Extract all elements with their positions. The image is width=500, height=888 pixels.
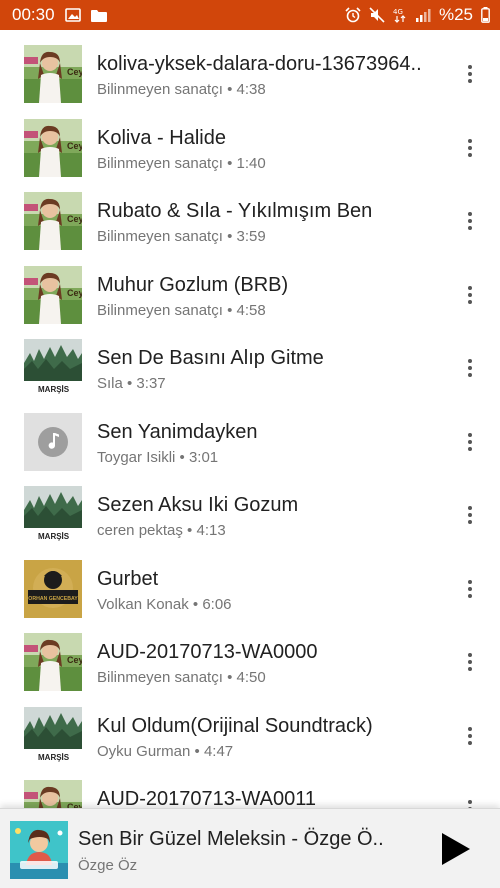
more-options-icon[interactable]: [460, 575, 480, 603]
battery-percent: %25: [438, 5, 473, 24]
svg-text:4G: 4G: [393, 8, 403, 16]
signal-icon: [415, 8, 431, 22]
now-playing-album-art[interactable]: [10, 821, 68, 879]
status-time: 00:30: [12, 5, 55, 24]
more-options-icon[interactable]: [460, 795, 480, 808]
song-subtitle: Bilinmeyen sanatçı • 4:38: [97, 81, 266, 98]
album-art[interactable]: MARŞİS: [24, 486, 82, 544]
svg-text:MARŞİS: MARŞİS: [38, 385, 70, 394]
album-art[interactable]: MARŞİS: [24, 339, 82, 397]
album-art[interactable]: Ceyl: [24, 45, 82, 103]
song-list[interactable]: Ceyl koliva-yksek-dalara-doru-13673964.. B…: [0, 30, 500, 808]
image-icon: [64, 8, 81, 22]
song-row[interactable]: Ceyl AUD-20170713-WA0000 Bilinmeyen sanatç…: [0, 618, 500, 692]
album-art[interactable]: Ceyl: [24, 118, 82, 177]
song-title[interactable]: Sezen Aksu Iki Gozum: [97, 493, 440, 517]
song-subtitle: Volkan Konak • 6:06: [97, 595, 232, 613]
song-row[interactable]: Ceyl Koliva - Halide Bilinmeyen sanatçı • …: [0, 104, 500, 178]
folder-icon: [90, 9, 107, 22]
song-row[interactable]: MARŞİS Kul Oldum(Orijinal Soundtrack) Oyku…: [0, 692, 500, 766]
now-playing-artist: Özge Öz: [78, 857, 138, 874]
song-subtitle: Sıla • 3:37: [97, 375, 166, 392]
more-options-icon[interactable]: [460, 722, 480, 750]
svg-text:MARŞİS: MARŞİS: [38, 753, 70, 762]
now-playing-title[interactable]: Sen Bir Güzel Meleksin - Özge Ö..: [78, 827, 400, 851]
svg-text:ORHAN GENCEBAY: ORHAN GENCEBAY: [28, 596, 78, 602]
song-row[interactable]: ORHAN GENCEBAY Gurbet Volkan Konak • 6:06: [0, 545, 500, 619]
song-subtitle: Bilinmeyen sanatçı • 4:50: [97, 669, 266, 686]
song-row[interactable]: Ceyl koliva-yksek-dalara-doru-13673964.. B…: [0, 30, 500, 104]
play-icon: [442, 833, 470, 865]
battery-icon: [481, 7, 490, 23]
svg-text:Ceyl: Ceyl: [67, 288, 82, 298]
svg-text:Ceyl: Ceyl: [67, 214, 82, 224]
song-title[interactable]: Sen Yanimdayken: [97, 420, 440, 444]
song-title[interactable]: Sen De Basını Alıp Gitme: [97, 346, 440, 370]
album-art[interactable]: Ceyl: [24, 780, 82, 808]
svg-text:MARŞİS: MARŞİS: [38, 532, 70, 541]
song-subtitle: Bilinmeyen sanatçı • 1:40: [97, 154, 266, 172]
album-art[interactable]: [24, 412, 82, 471]
mini-player[interactable]: Sen Bir Güzel Meleksin - Özge Ö.. Özge Ö…: [0, 808, 500, 888]
status-bar: 00:30 4G %25: [0, 0, 500, 30]
song-subtitle: Bilinmeyen sanatçı • 4:58: [97, 301, 266, 319]
song-title[interactable]: Gurbet: [97, 567, 440, 591]
mute-icon: [369, 7, 385, 23]
album-art[interactable]: Ceyl: [24, 265, 82, 324]
song-subtitle: ceren pektaş • 4:13: [97, 522, 226, 539]
more-options-icon[interactable]: [460, 60, 480, 88]
song-title[interactable]: Kul Oldum(Orijinal Soundtrack): [97, 714, 440, 738]
song-subtitle: Toygar Isikli • 3:01: [97, 448, 219, 466]
more-options-icon[interactable]: [460, 281, 480, 309]
more-options-icon[interactable]: [460, 354, 480, 382]
svg-text:Ceyl: Ceyl: [67, 67, 82, 77]
album-art[interactable]: MARŞİS: [24, 706, 82, 765]
song-title[interactable]: AUD-20170713-WA0011: [97, 787, 440, 808]
song-title[interactable]: AUD-20170713-WA0000: [97, 640, 440, 664]
song-row[interactable]: Ceyl Muhur Gozlum (BRB) Bilinmeyen sanatçı…: [0, 251, 500, 325]
more-options-icon[interactable]: [460, 501, 480, 529]
more-options-icon[interactable]: [460, 134, 480, 162]
album-art[interactable]: Ceyl: [24, 633, 82, 691]
album-art[interactable]: ORHAN GENCEBAY: [24, 559, 82, 618]
data-icon: 4G: [393, 7, 407, 23]
alarm-icon: [345, 7, 361, 23]
song-subtitle: Oyku Gurman • 4:47: [97, 742, 234, 760]
album-art[interactable]: Ceyl: [24, 192, 82, 250]
song-title[interactable]: Rubato & Sıla - Yıkılmışım Ben: [97, 199, 440, 223]
play-button[interactable]: [436, 831, 472, 867]
song-row[interactable]: MARŞİS Sezen Aksu Iki Gozum ceren pektaş •…: [0, 471, 500, 545]
song-row[interactable]: MARŞİS Sen De Basını Alıp Gitme Sıla • 3:3…: [0, 324, 500, 398]
song-row[interactable]: Sen Yanimdayken Toygar Isikli • 3:01: [0, 398, 500, 472]
svg-text:Ceyl: Ceyl: [67, 655, 82, 665]
song-title[interactable]: koliva-yksek-dalara-doru-13673964..: [97, 52, 440, 76]
svg-text:Ceyl: Ceyl: [67, 141, 82, 151]
song-subtitle: Bilinmeyen sanatçı • 3:59: [97, 228, 266, 245]
more-options-icon[interactable]: [460, 428, 480, 456]
more-options-icon[interactable]: [460, 207, 480, 235]
more-options-icon[interactable]: [460, 648, 480, 676]
song-title[interactable]: Koliva - Halide: [97, 126, 440, 150]
song-row[interactable]: Ceyl AUD-20170713-WA0011: [0, 765, 500, 808]
song-row[interactable]: Ceyl Rubato & Sıla - Yıkılmışım Ben Bilinm…: [0, 177, 500, 251]
song-title[interactable]: Muhur Gozlum (BRB): [97, 273, 440, 297]
